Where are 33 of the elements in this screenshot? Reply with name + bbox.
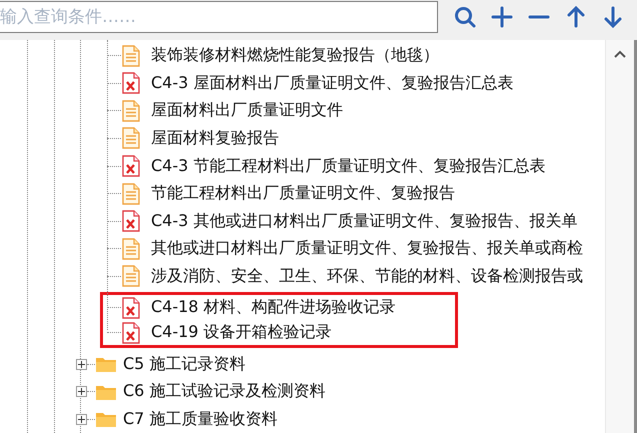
expand-icon[interactable] bbox=[76, 358, 87, 370]
document-icon bbox=[122, 100, 140, 122]
tree-item[interactable]: 节能工程材料出厂质量证明文件、复验报告 bbox=[151, 183, 455, 204]
scrollbar[interactable] bbox=[605, 40, 637, 433]
scroll-up-icon[interactable] bbox=[614, 50, 626, 58]
tree-item[interactable]: C4-19 设备开箱检验记录 bbox=[151, 322, 332, 344]
tree-item[interactable]: C7 施工质量验收资料 bbox=[123, 408, 278, 430]
tree-item[interactable]: 涉及消防、安全、卫生、环保、节能的材料、设备检测报告或 bbox=[151, 266, 583, 287]
folder-icon bbox=[95, 355, 117, 374]
tree-item[interactable]: 屋面材料复验报告 bbox=[151, 128, 279, 149]
search-field[interactable]: 输入查询条件…… bbox=[0, 0, 438, 33]
spreadsheet-file-icon bbox=[122, 155, 140, 178]
tree-item[interactable]: C4-3 其他或进口材料出厂质量证明文件、复验报告、报关单 bbox=[151, 210, 578, 232]
document-icon bbox=[122, 265, 140, 288]
document-icon bbox=[122, 44, 140, 67]
expand-icon[interactable] bbox=[76, 414, 87, 425]
tree-item[interactable]: 装饰装修材料燃烧性能复验报告（地毯） bbox=[151, 45, 439, 66]
tree-item[interactable]: C5 施工记录资料 bbox=[123, 354, 246, 375]
tree-item[interactable]: C6 施工试验记录及检测资料 bbox=[123, 381, 326, 402]
document-icon bbox=[122, 182, 140, 205]
document-icon bbox=[122, 238, 140, 260]
tree-item[interactable]: C4-18 材料、构配件进场验收记录 bbox=[151, 297, 396, 318]
spreadsheet-file-icon bbox=[122, 322, 140, 344]
spreadsheet-file-icon bbox=[122, 72, 140, 94]
spreadsheet-file-icon bbox=[122, 210, 140, 232]
tree-item[interactable]: C4-3 屋面材料出厂质量证明文件、复验报告汇总表 bbox=[151, 72, 514, 94]
tree-item[interactable]: 其他或进口材料出厂质量证明文件、复验报告、报关单或商检 bbox=[151, 238, 583, 260]
tree-item[interactable]: 屋面材料出厂质量证明文件 bbox=[151, 100, 343, 122]
document-icon bbox=[122, 127, 140, 150]
spreadsheet-file-icon bbox=[122, 296, 140, 319]
tree-item[interactable]: C4-3 节能工程材料出厂质量证明文件、复验报告汇总表 bbox=[151, 156, 546, 177]
folder-icon bbox=[95, 410, 117, 428]
expand-icon[interactable] bbox=[76, 386, 87, 398]
